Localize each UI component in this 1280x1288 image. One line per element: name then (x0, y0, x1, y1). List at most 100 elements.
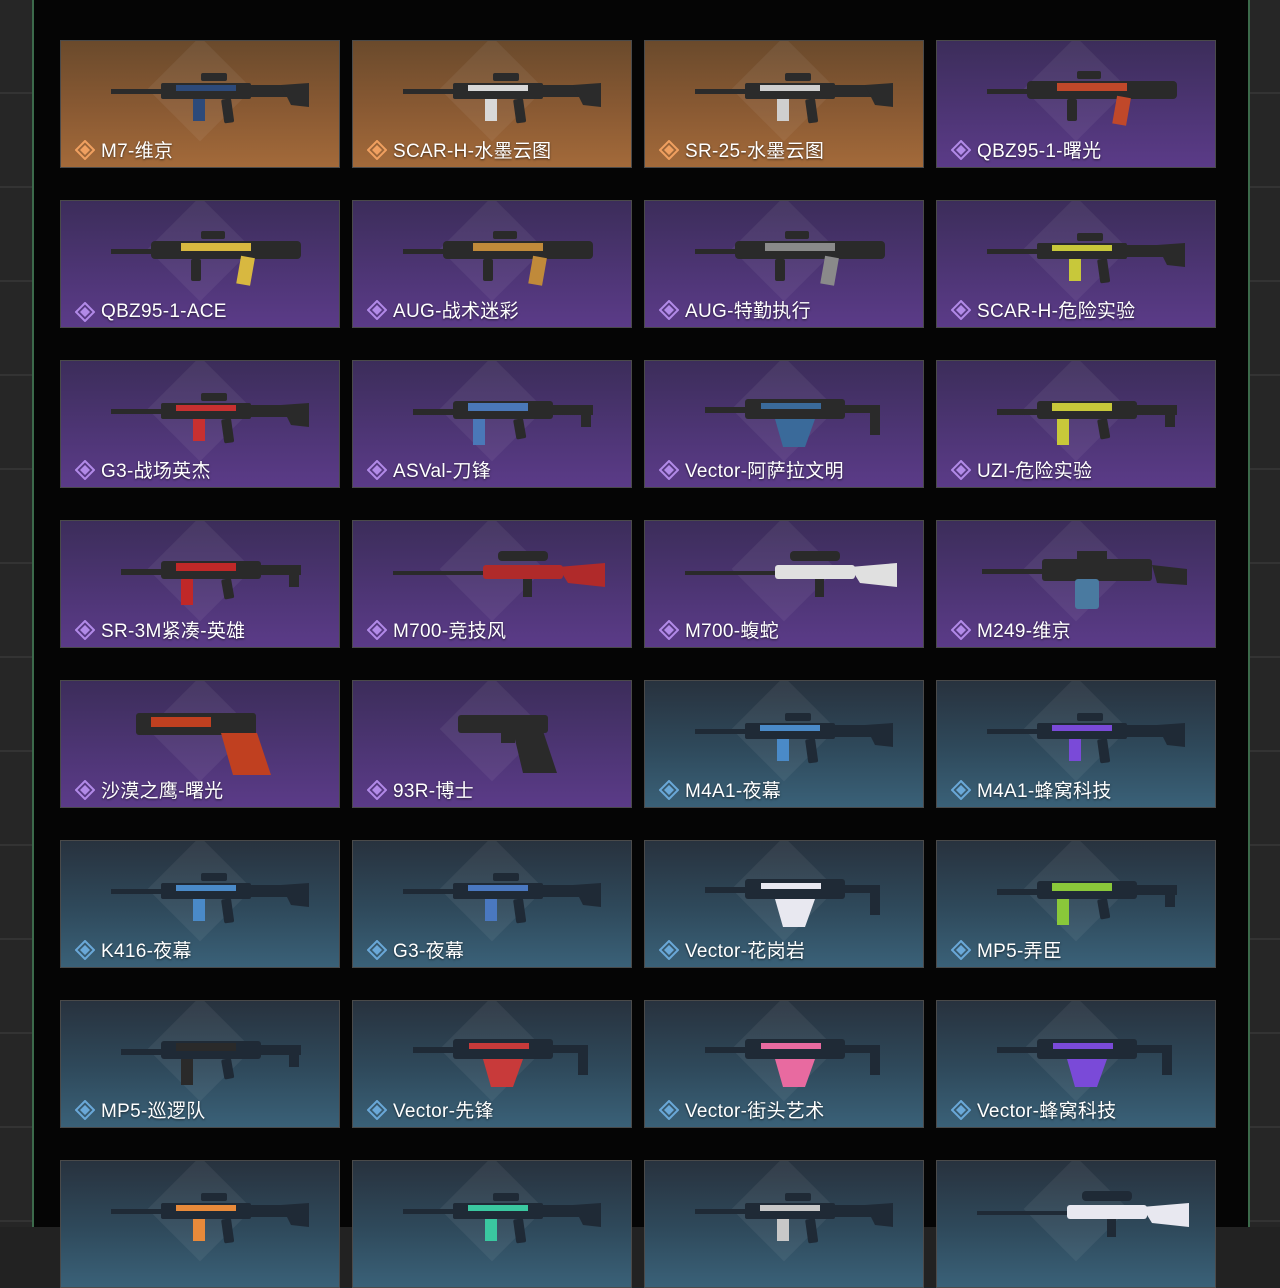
weapon-image (373, 849, 613, 935)
weapon-image (373, 369, 613, 455)
skin-card[interactable]: SR-3M紧凑-英雄 (60, 520, 340, 648)
skin-card[interactable]: ASVal-刀锋 (352, 360, 632, 488)
skin-label: SCAR-H-危险实验 (951, 296, 1135, 323)
rarity-icon (659, 1099, 685, 1120)
left-sidebar (0, 0, 34, 1227)
rarity-icon (367, 1099, 393, 1120)
skin-name: QBZ95-1-ACE (101, 301, 227, 322)
skin-card[interactable]: 93R-博士 (352, 680, 632, 808)
skin-name: SR-25-水墨云图 (685, 141, 825, 162)
skin-name: AUG-战术迷彩 (393, 301, 519, 322)
skin-name: QBZ95-1-曙光 (977, 141, 1102, 162)
weapon-image (81, 369, 321, 455)
rarity-icon (951, 779, 977, 800)
skin-card[interactable]: G3-战场英杰 (60, 360, 340, 488)
weapon-image (81, 1009, 321, 1095)
skin-label: G3-战场英杰 (75, 456, 211, 483)
weapon-image (665, 689, 905, 775)
skin-label: K416-夜幕 (75, 936, 192, 963)
skin-card[interactable]: Vector-蜂窝科技 (936, 1000, 1216, 1128)
weapon-image (957, 209, 1197, 295)
skin-card[interactable]: K416-夜幕 (60, 840, 340, 968)
weapon-image (81, 49, 321, 135)
right-sidebar (1248, 0, 1280, 1227)
skin-card[interactable]: 沙漠之鹰-曙光 (60, 680, 340, 808)
skin-label: G3-夜幕 (367, 936, 464, 963)
skin-label: MP5-巡逻队 (75, 1096, 206, 1123)
skin-card[interactable]: G3-夜幕 (352, 840, 632, 968)
rarity-icon (367, 779, 393, 800)
weapon-image (373, 49, 613, 135)
rarity-icon (75, 139, 101, 160)
skin-name: G3-夜幕 (393, 941, 465, 962)
skin-name: SCAR-H-危险实验 (977, 301, 1136, 322)
weapon-image (665, 209, 905, 295)
rarity-icon (75, 302, 101, 322)
skin-card[interactable]: M4A1-夜幕 (644, 680, 924, 808)
skin-card[interactable] (352, 1160, 632, 1288)
skin-card[interactable]: SCAR-H-危险实验 (936, 200, 1216, 328)
weapon-image (957, 849, 1197, 935)
skin-name: M700-蝮蛇 (685, 621, 779, 642)
skin-card[interactable]: MP5-巡逻队 (60, 1000, 340, 1128)
skin-name: 沙漠之鹰-曙光 (101, 781, 224, 802)
skin-name: Vector-阿萨拉文明 (685, 461, 844, 482)
skin-card[interactable]: AUG-特勤执行 (644, 200, 924, 328)
weapon-image (81, 209, 321, 295)
skin-card[interactable]: Vector-街头艺术 (644, 1000, 924, 1128)
skin-card[interactable]: SCAR-H-水墨云图 (352, 40, 632, 168)
skin-label: 93R-博士 (367, 776, 474, 803)
skin-name: Vector-先锋 (393, 1101, 494, 1122)
rarity-icon (75, 779, 101, 800)
weapon-image (957, 689, 1197, 775)
skin-label: MP5-弄臣 (951, 936, 1062, 963)
rarity-icon (659, 459, 685, 480)
skin-name: Vector-花岗岩 (685, 941, 806, 962)
weapon-image (81, 689, 321, 775)
skin-card[interactable]: SR-25-水墨云图 (644, 40, 924, 168)
rarity-icon (367, 139, 393, 160)
skin-label: QBZ95-1-ACE (75, 301, 227, 323)
weapon-image (373, 1009, 613, 1095)
rarity-icon (367, 459, 393, 480)
skin-label: 沙漠之鹰-曙光 (75, 776, 223, 803)
skin-label: Vector-蜂窝科技 (951, 1096, 1117, 1123)
skin-label: AUG-战术迷彩 (367, 296, 519, 323)
weapon-image (957, 49, 1197, 135)
rarity-icon (659, 299, 685, 320)
skin-label: M700-竞技风 (367, 616, 506, 643)
skin-label: M4A1-夜幕 (659, 776, 781, 803)
skin-card[interactable]: Vector-阿萨拉文明 (644, 360, 924, 488)
rarity-icon (75, 619, 101, 640)
skin-card[interactable]: Vector-花岗岩 (644, 840, 924, 968)
skin-card[interactable] (60, 1160, 340, 1288)
weapon-image (81, 849, 321, 935)
skin-card[interactable]: M249-维京 (936, 520, 1216, 648)
rarity-icon (367, 619, 393, 640)
skin-card[interactable]: MP5-弄臣 (936, 840, 1216, 968)
skin-card[interactable]: UZI-危险实验 (936, 360, 1216, 488)
skin-card[interactable] (936, 1160, 1216, 1288)
skin-card[interactable]: M4A1-蜂窝科技 (936, 680, 1216, 808)
skin-card[interactable] (644, 1160, 924, 1288)
weapon-image (373, 689, 613, 775)
skin-name: M7-维京 (101, 141, 174, 162)
skin-card[interactable]: Vector-先锋 (352, 1000, 632, 1128)
skin-card[interactable]: M700-竞技风 (352, 520, 632, 648)
skin-name: MP5-巡逻队 (101, 1101, 206, 1122)
weapon-image (81, 1169, 321, 1255)
skin-card[interactable]: QBZ95-1-曙光 (936, 40, 1216, 168)
skin-card[interactable]: M700-蝮蛇 (644, 520, 924, 648)
skin-label: SR-3M紧凑-英雄 (75, 616, 245, 643)
rarity-icon (951, 459, 977, 480)
skin-label: M249-维京 (951, 616, 1071, 643)
skin-card[interactable]: M7-维京 (60, 40, 340, 168)
rarity-icon (951, 619, 977, 640)
skin-name: SCAR-H-水墨云图 (393, 141, 552, 162)
skin-card[interactable]: QBZ95-1-ACE (60, 200, 340, 328)
skin-card[interactable]: AUG-战术迷彩 (352, 200, 632, 328)
skin-label: Vector-先锋 (367, 1096, 494, 1123)
rarity-icon (367, 939, 393, 960)
rarity-icon (367, 299, 393, 320)
weapon-image (373, 209, 613, 295)
